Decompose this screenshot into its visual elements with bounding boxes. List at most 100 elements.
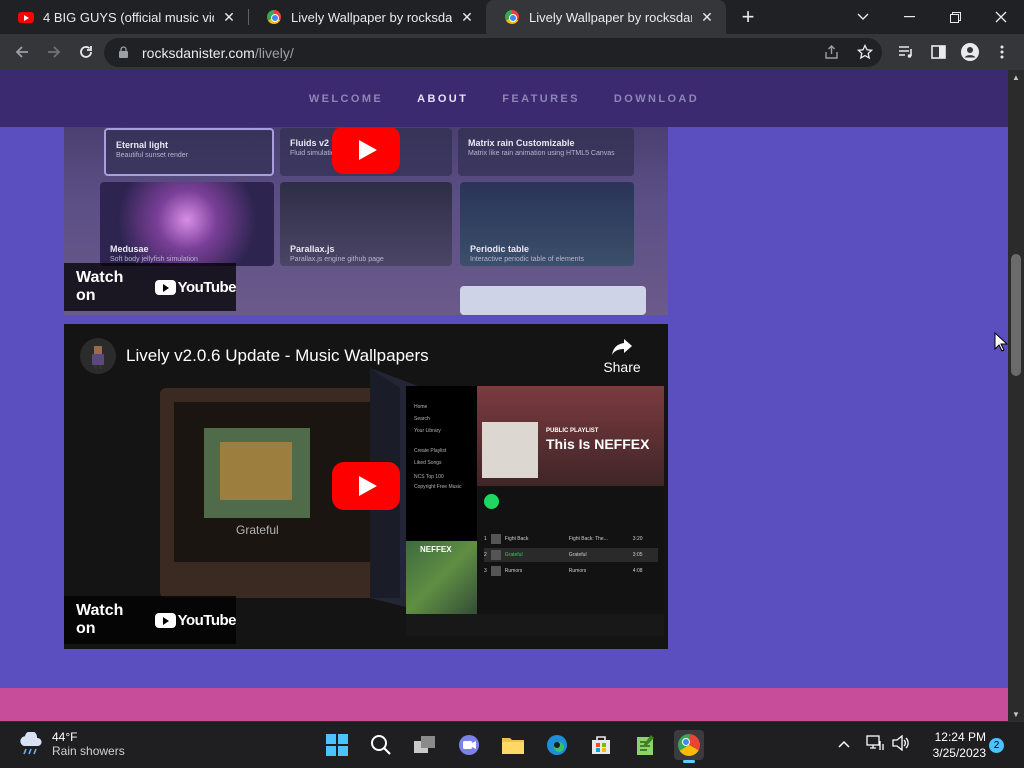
tile-subtitle: Matrix like rain animation using HTML5 C… <box>468 150 615 157</box>
scrollbar-thumb[interactable] <box>1011 254 1021 376</box>
notepad-button[interactable] <box>630 730 660 760</box>
playlist-title: This Is NEFFEX <box>546 436 650 452</box>
back-arrow-icon <box>15 46 28 58</box>
chrome-menu-button[interactable] <box>988 38 1016 66</box>
nav-about[interactable]: ABOUT <box>417 93 468 105</box>
show-hidden-icons-button[interactable] <box>838 735 850 752</box>
windows-start-icon <box>326 734 348 756</box>
volume-button[interactable] <box>892 734 910 755</box>
bookmark-star-icon[interactable] <box>857 44 873 60</box>
tile-title: Periodic table <box>470 244 530 254</box>
youtube-embed-music-wallpapers[interactable]: Grateful Home Search Your Library Create… <box>64 324 668 649</box>
nav-download[interactable]: DOWNLOAD <box>614 93 699 105</box>
clock[interactable]: 12:24 PM 3/25/2023 <box>920 729 986 761</box>
share-icon[interactable] <box>824 45 840 60</box>
tile-subtitle: Beautiful sunset render <box>116 152 188 159</box>
restore-button[interactable] <box>932 0 978 34</box>
close-icon <box>995 11 1007 23</box>
edge-button[interactable] <box>542 730 572 760</box>
tab-search-button[interactable] <box>840 0 886 34</box>
tab-lively-active[interactable]: Lively Wallpaper by rocksdanister ✕ <box>486 0 726 34</box>
teams-chat-button[interactable] <box>454 730 484 760</box>
album-art: NEFFEX <box>406 541 477 614</box>
youtube-logo: YouTube <box>154 612 237 629</box>
track-row: 3 Rumors Rumors 4:08 <box>484 566 643 576</box>
tile-title: Eternal light <box>116 140 169 150</box>
microsoft-store-button[interactable] <box>586 730 616 760</box>
album-art-text: NEFFEX <box>420 545 452 554</box>
nav-welcome[interactable]: WELCOME <box>309 93 383 105</box>
watch-on-youtube-button[interactable]: Watch on YouTube <box>64 263 237 311</box>
tab-youtube[interactable]: 4 BIG GUYS (official music video) ✕ <box>0 0 248 34</box>
page-scrollbar[interactable]: ▲ ▼ <box>1008 70 1024 721</box>
chrome-icon <box>266 9 282 25</box>
scroll-up-icon[interactable]: ▲ <box>1008 70 1024 84</box>
start-button[interactable] <box>322 730 352 760</box>
play-button[interactable] <box>332 126 400 174</box>
share-arrow-icon <box>612 339 632 355</box>
youtube-embed-features[interactable]: Eternal light Beautiful sunset render Fl… <box>64 126 668 315</box>
site-navigation: WELCOME ABOUT FEATURES DOWNLOAD <box>0 70 1008 127</box>
tab-title: 4 BIG GUYS (official music video) <box>43 9 214 25</box>
media-queue-icon <box>899 46 912 58</box>
chrome-button[interactable] <box>674 730 704 763</box>
channel-avatar-icon <box>92 346 104 369</box>
wallpaper-tile <box>460 286 646 315</box>
close-icon[interactable]: ✕ <box>698 8 716 26</box>
nav-features[interactable]: FEATURES <box>502 93 580 105</box>
tab-strip: 4 BIG GUYS (official music video) ✕ Live… <box>0 0 1024 34</box>
address-bar[interactable]: rocksdanister.com/lively/ <box>104 38 882 67</box>
scroll-down-icon[interactable]: ▼ <box>1008 707 1024 721</box>
url-text: rocksdanister.com/lively/ <box>142 45 294 61</box>
wallpaper-tile: Parallax.js Parallax.js engine github pa… <box>280 182 452 266</box>
share-button[interactable]: Share <box>592 338 652 375</box>
watch-on-label: Watch on <box>76 602 124 637</box>
tab-lively-1[interactable]: Lively Wallpaper by rocksdanister ✕ <box>248 0 486 34</box>
playlist-label: PUBLIC PLAYLIST <box>546 428 599 434</box>
task-view-button[interactable] <box>410 730 440 760</box>
profile-avatar-icon <box>961 43 979 61</box>
notification-badge[interactable]: 2 <box>989 738 1004 753</box>
weather-widget[interactable]: 44°F Rain showers <box>18 730 125 758</box>
watch-on-youtube-button[interactable]: Watch on YouTube <box>64 596 237 644</box>
wallpaper-tile: Eternal light Beautiful sunset render <box>104 128 274 176</box>
spotify-player-bar <box>406 614 664 636</box>
media-control-button[interactable] <box>892 38 920 66</box>
clock-date: 3/25/2023 <box>932 746 986 760</box>
spotify-nav-item: Search <box>414 416 430 422</box>
network-button[interactable] <box>866 735 884 755</box>
tile-subtitle: Interactive periodic table of elements <box>470 256 585 263</box>
back-button[interactable] <box>8 38 36 66</box>
next-section-band <box>0 688 1008 721</box>
close-window-button[interactable] <box>978 0 1024 34</box>
forward-button[interactable] <box>40 38 68 66</box>
chrome-icon <box>678 734 700 756</box>
spotify-nav-item: Liked Songs <box>414 460 442 466</box>
close-icon[interactable]: ✕ <box>458 8 476 26</box>
youtube-icon <box>154 279 176 295</box>
youtube-icon <box>18 9 34 25</box>
search-button[interactable] <box>366 730 396 760</box>
restore-icon <box>949 11 961 23</box>
spotify-nav-item: NCS Top 100 <box>414 474 444 480</box>
speaker-icon <box>892 734 909 752</box>
spotify-screenshot: Home Search Your Library Create Playlist… <box>406 386 664 636</box>
forward-arrow-icon <box>48 46 61 58</box>
reload-icon <box>80 46 92 58</box>
tab-title: Lively Wallpaper by rocksdanister <box>291 9 452 25</box>
file-explorer-button[interactable] <box>498 730 528 760</box>
play-button[interactable] <box>332 462 400 510</box>
weather-condition: Rain showers <box>52 744 125 758</box>
channel-avatar[interactable] <box>80 338 116 374</box>
minimize-button[interactable] <box>886 0 932 34</box>
network-icon <box>866 735 884 750</box>
new-tab-button[interactable]: + <box>736 4 760 29</box>
close-icon[interactable]: ✕ <box>220 8 238 26</box>
spotify-play-icon <box>484 494 499 509</box>
video-title[interactable]: Lively v2.0.6 Update - Music Wallpapers <box>126 346 429 366</box>
profile-button[interactable] <box>956 38 984 66</box>
lock-icon <box>119 46 128 58</box>
side-panel-button[interactable] <box>924 38 952 66</box>
active-indicator <box>683 760 695 763</box>
reload-button[interactable] <box>72 38 100 66</box>
